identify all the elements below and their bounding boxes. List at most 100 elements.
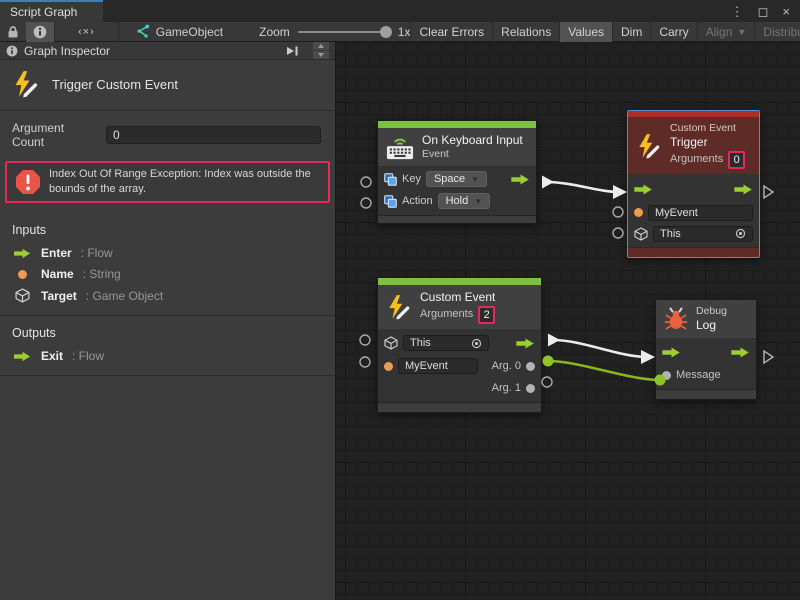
port-arg1-output[interactable]	[542, 377, 552, 387]
node-title: Trigger	[670, 135, 745, 150]
port-event-name-input[interactable]	[360, 357, 370, 367]
lock-icon	[7, 25, 19, 39]
arg1-out-port[interactable]	[526, 384, 535, 393]
spin-up-button[interactable]	[313, 42, 329, 50]
node-header: On Keyboard Input Event	[378, 128, 536, 166]
flow-arrow-icon	[14, 248, 31, 259]
event-color-bar	[378, 121, 536, 128]
event-color-bar	[378, 278, 541, 285]
gameobject-label: GameObject	[156, 25, 223, 39]
connection-arg0-to-message[interactable]	[548, 361, 660, 380]
zoom-value: 1x	[398, 25, 411, 39]
error-message-text: Index Out Of Range Exception: Index was …	[49, 167, 320, 197]
flow-in-port[interactable]	[634, 184, 653, 195]
key-dropdown[interactable]: Space ▼	[426, 171, 487, 187]
window-tab-bar: Script Graph ⋮ ◻ ×	[0, 0, 800, 22]
pin-name: Exit	[41, 349, 63, 363]
target-field[interactable]: This	[403, 335, 489, 351]
port-action-input[interactable]	[361, 198, 371, 208]
script-graph-icon	[135, 24, 150, 39]
target-value: This	[410, 337, 431, 349]
node-trigger-custom-event[interactable]: Custom Event Trigger Arguments 0	[627, 110, 760, 258]
action-label: Action	[402, 195, 433, 207]
chevron-down-icon	[318, 53, 324, 57]
pin-type: : Flow	[81, 246, 113, 260]
node-debug-log[interactable]: Debug Log Message	[655, 299, 757, 400]
pin-name: Target	[41, 289, 77, 303]
object-picker-icon[interactable]	[471, 338, 482, 349]
node-body: Key Space ▼ Action Hold	[378, 166, 536, 215]
node-subtitle: Event	[422, 148, 523, 161]
flow-out-port[interactable]	[731, 347, 750, 358]
node-header: Debug Log	[656, 300, 756, 338]
connection-keyboard-to-trigger[interactable]	[546, 182, 619, 192]
arguments-label: Arguments	[670, 153, 723, 167]
chevron-down-icon: ▼	[737, 27, 746, 37]
port-event-target-input[interactable]	[360, 335, 370, 345]
string-port-icon[interactable]	[384, 362, 393, 371]
dock-icon	[285, 45, 299, 57]
node-custom-event[interactable]: Custom Event Arguments 2 This	[377, 277, 542, 413]
spin-down-button[interactable]	[313, 51, 329, 59]
close-icon[interactable]: ×	[782, 5, 790, 18]
values-button[interactable]: Values	[559, 22, 612, 42]
event-name-field[interactable]: MyEvent	[648, 205, 753, 221]
node-on-keyboard-input[interactable]: On Keyboard Input Event Key Space ▼	[377, 120, 537, 224]
lock-button[interactable]	[0, 22, 26, 42]
object-picker-icon[interactable]	[735, 228, 746, 239]
clear-errors-button[interactable]: Clear Errors	[410, 22, 492, 42]
port-trigger-name-input[interactable]	[613, 207, 623, 217]
distribute-dropdown[interactable]: Distribute ▼	[754, 22, 800, 42]
panel-spinner	[313, 42, 329, 60]
flow-in-port[interactable]	[662, 347, 681, 358]
node-footer	[378, 215, 536, 223]
zoom-label: Zoom	[259, 25, 290, 39]
argument-count-label: Argument Count	[12, 121, 98, 149]
event-name-value: MyEvent	[405, 360, 448, 372]
run-debug-button[interactable]	[764, 351, 773, 363]
arguments-count-box[interactable]: 0	[728, 151, 745, 169]
carry-button[interactable]: Carry	[650, 22, 696, 42]
pin-type: : String	[83, 267, 121, 281]
bug-icon	[664, 307, 688, 331]
flow-out-port[interactable]	[516, 338, 535, 349]
tab-script-graph[interactable]: Script Graph	[0, 0, 103, 22]
custom-event-icon	[386, 294, 412, 320]
inspector-toggle-button[interactable]	[26, 22, 54, 42]
button-label: Carry	[659, 25, 688, 39]
button-label: Align	[706, 25, 733, 39]
dim-button[interactable]: Dim	[612, 22, 650, 42]
gameobject-reference[interactable]: GameObject	[135, 24, 223, 39]
flow-arrow-icon	[14, 351, 31, 362]
zoom-slider-handle[interactable]	[380, 26, 392, 38]
message-in-port[interactable]	[662, 371, 671, 380]
argument-count-input[interactable]	[106, 126, 321, 144]
align-dropdown[interactable]: Align ▼	[697, 22, 755, 42]
target-field[interactable]: This	[653, 226, 753, 242]
maximize-icon[interactable]: ◻	[758, 5, 769, 18]
info-icon	[33, 25, 47, 39]
port-trigger-target-input[interactable]	[613, 228, 623, 238]
dock-panel-button[interactable]	[281, 45, 303, 57]
port-key-input[interactable]	[361, 177, 371, 187]
window-menu-icon[interactable]: ⋮	[731, 5, 744, 18]
graph-canvas[interactable]: On Keyboard Input Event Key Space ▼	[336, 42, 800, 600]
cube-icon[interactable]	[384, 336, 398, 350]
cube-icon[interactable]	[634, 227, 648, 241]
string-port-icon[interactable]	[634, 208, 643, 217]
csharp-preview-button[interactable]: ‹×›	[55, 22, 118, 42]
run-trigger-button[interactable]	[764, 186, 773, 198]
key-value: Space	[434, 173, 465, 185]
flow-out-port[interactable]	[734, 184, 753, 195]
arg0-out-port[interactable]	[526, 362, 535, 371]
action-dropdown[interactable]: Hold ▼	[438, 193, 491, 209]
arguments-count-box[interactable]: 2	[478, 306, 495, 324]
flow-out-port[interactable]	[511, 174, 530, 185]
section-divider	[0, 375, 335, 376]
node-footer	[378, 402, 541, 412]
connection-event-to-debug[interactable]	[552, 340, 648, 357]
chevron-up-icon	[318, 44, 324, 48]
zoom-slider[interactable]	[298, 31, 390, 33]
relations-button[interactable]: Relations	[492, 22, 559, 42]
event-name-field[interactable]: MyEvent	[398, 358, 478, 374]
